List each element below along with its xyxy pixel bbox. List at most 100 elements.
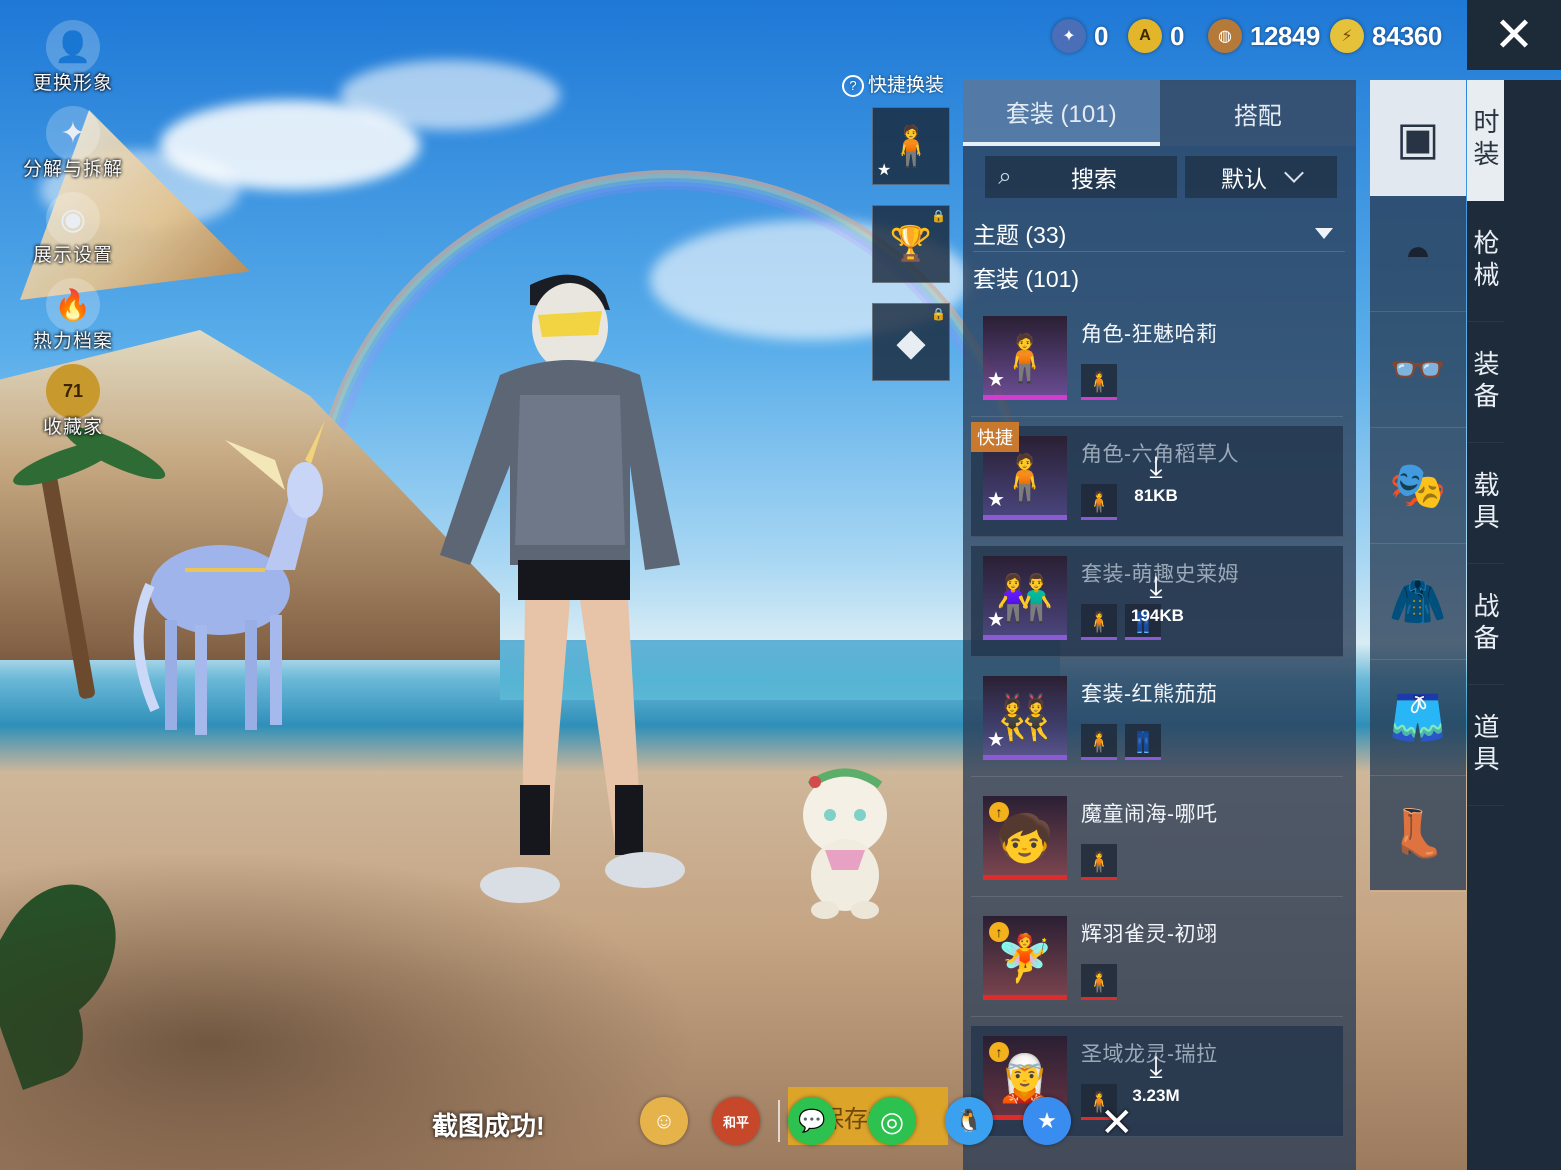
download-button[interactable]: ⤓ 81KB [1131,451,1181,506]
sort-dropdown[interactable]: 默认 [1185,156,1337,198]
sub-category-hat[interactable]: ◓ [1370,196,1466,312]
download-button[interactable]: ⤓ 194KB [1131,571,1184,626]
category-battle-gear[interactable]: 战备 [1467,564,1504,685]
search-icon: ⌕ [998,163,1012,190]
outfit-figure: 🧍 [996,331,1054,384]
search-label: 搜索 [1071,166,1117,192]
currency-value: 12849 [1250,20,1320,51]
wechat-share-button[interactable]: 💬 [788,1097,836,1145]
moments-share-button[interactable]: ◎ [868,1097,916,1145]
outfit-item[interactable]: 🧚 ↑ 辉羽雀灵-初翊 🧍 [971,906,1343,1017]
change-avatar-label: 更换形象 [32,73,113,94]
currency-value: 0 [1094,20,1108,51]
outfit-part-thumbnail[interactable]: 🧍 [1081,364,1117,400]
character-figure-icon: 🧍 [886,124,936,169]
outfit-item[interactable]: 👫 ★ 套装-萌趣史莱姆 🧍 👖 ⤓ 194KB [971,546,1343,657]
peace-elite-share-button[interactable]: 和平 [712,1097,760,1145]
outfit-thumbnail: 👯 ★ [983,676,1067,760]
category-vehicles[interactable]: 载具 [1467,443,1504,564]
currency-value: 84360 [1372,20,1442,51]
rarity-bar [983,515,1067,520]
quick-outfit-label: 快捷换装 [868,75,945,96]
category-guns[interactable]: 枪械 [1467,201,1504,322]
quick-outfit-title[interactable]: ? 快捷换装 [842,70,944,97]
lock-icon: 🔒 [931,307,946,321]
theme-filter[interactable]: 主题 (33) [973,215,1345,252]
outfit-thumbnail: 🧚 ↑ [983,916,1067,1000]
help-icon[interactable]: ? [842,75,864,97]
outfit-thumbnail: 🧍 ★ [983,316,1067,400]
panel-tabs: 套装 (101) 搭配 [963,80,1356,146]
close-icon: ✕ [1493,9,1535,62]
outfit-part-thumbnail[interactable]: 🧍 [1081,724,1117,760]
currency-lightning[interactable]: ⚡ 84360 [1330,16,1442,56]
avatar-icon: 👤 [46,20,100,74]
currency-blue[interactable]: ✦ 0 [1052,16,1108,56]
close-button[interactable]: ✕ [1467,0,1561,70]
search-button[interactable]: ⌕ 搜索 [985,156,1177,198]
outfit-item[interactable]: 🧍 ★ 角色-狂魅哈莉 🧍 [971,306,1343,417]
outfit-part-thumbnail[interactable]: 🧍 [1081,484,1117,520]
heat-archive-button[interactable]: 🔥 热力档案 [18,278,128,364]
display-settings-button[interactable]: ◉ 展示设置 [18,192,128,278]
outfit-item[interactable]: 🧍 ★ 快捷 角色-六角稻草人 🧍 ⤓ 81KB [971,422,1343,537]
outfit-part-thumbnail[interactable]: 🧍 [1081,844,1117,880]
quick-slot-3[interactable]: ◆ 🔒 [872,303,950,381]
download-icon: ⤓ [1149,451,1163,484]
outfit-part-thumbnail[interactable]: 🧍 [1081,604,1117,640]
wechat-icon: 💬 [798,1108,826,1133]
pants-icon: 🩳 [1389,691,1447,743]
decompose-button[interactable]: ✦ 分解与拆解 [18,106,128,192]
category-props[interactable]: 道具 [1467,685,1504,806]
tab-combos[interactable]: 搭配 [1159,80,1356,146]
rarity-bar [983,635,1067,640]
sub-category-outfit[interactable]: ▣ [1370,80,1466,196]
change-avatar-button[interactable]: 👤 更换形象 [18,20,128,106]
sub-category-top[interactable]: 🧥 [1370,544,1466,660]
currency-bronze[interactable]: ◍ 12849 [1208,16,1320,56]
outfit-part-thumbnail[interactable]: 👖 [1125,724,1161,760]
friend-share-button[interactable]: ☺ [640,1097,688,1145]
upgrade-icon: ↑ [989,922,1009,942]
collector-button[interactable]: 71 收藏家 [18,364,128,450]
outfit-item[interactable]: 🧒 ↑ 魔童闹海-哪吒 🧍 [971,786,1343,897]
quick-slot-1[interactable]: 🧍 ★ [872,107,950,185]
download-size: 194KB [1131,606,1184,625]
share-divider [778,1100,780,1142]
qzone-share-button[interactable]: ★ [1023,1097,1071,1145]
dropdown-triangle-icon [1315,227,1333,239]
upgrade-icon: ↑ [989,1042,1009,1062]
collector-label: 收藏家 [42,417,103,438]
close-icon: ✕ [1100,1101,1134,1145]
display-settings-label: 展示设置 [32,245,113,266]
download-button[interactable]: ⤓ 3.23M [1131,1053,1181,1106]
shoes-icon: 👢 [1389,807,1447,859]
download-size: 81KB [1134,486,1178,505]
quick-slot-2[interactable]: 🏆 🔒 [872,205,950,283]
star-icon: ★ [987,609,1005,631]
sub-category-bottom[interactable]: 🩳 [1370,660,1466,776]
qq-share-button[interactable]: 🐧 [945,1097,993,1145]
puzzle-icon: ✦ [46,106,100,160]
category-fashion[interactable]: 时装 [1467,80,1504,201]
share-close-button[interactable]: ✕ [1100,1100,1134,1146]
sub-category-mask[interactable]: 🎭 [1370,428,1466,544]
screenshot-success-message: 截图成功! [432,1111,545,1141]
left-menu: 👤 更换形象 ✦ 分解与拆解 ◉ 展示设置 🔥 热力档案 71 收藏家 [18,20,128,450]
outfit-item[interactable]: 👯 ★ 套装-红熊茄茄 🧍 👖 [971,666,1343,777]
sub-category-shoes[interactable]: 👢 [1370,776,1466,892]
star-icon: ★ [987,369,1005,391]
rarity-bar [983,995,1067,1000]
currency-gold-emblem[interactable]: A 0 [1128,16,1184,56]
sub-category-glasses[interactable]: 👓 [1370,312,1466,428]
category-rail: 时装 枪械 装备 载具 战备 道具 [1467,80,1561,1170]
star-icon: ★ [987,489,1005,511]
download-icon: ⤓ [1149,571,1163,604]
trophy-icon: 🏆 [889,225,933,263]
panel-tools: ⌕ 搜索 默认 [985,156,1337,198]
outfit-name: 角色-狂魅哈莉 [1081,323,1218,346]
category-equipment[interactable]: 装备 [1467,322,1504,443]
outfit-part-thumbnail[interactable]: 🧍 [1081,964,1117,1000]
tab-sets[interactable]: 套装 (101) [963,80,1160,146]
friend-share-icon: ☺ [652,1108,676,1133]
